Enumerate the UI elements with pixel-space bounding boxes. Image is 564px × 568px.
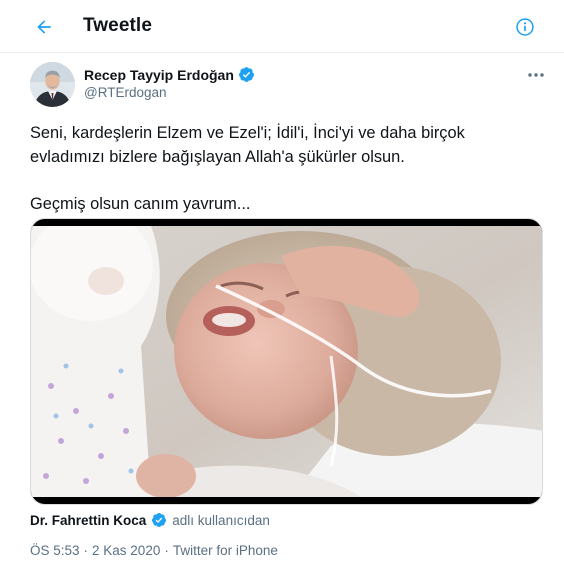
more-options-button[interactable] <box>522 63 550 87</box>
tweet-date[interactable]: 2 Kas 2020 <box>92 543 160 558</box>
meta-separator: · <box>83 543 89 558</box>
tweet-text: Seni, kardeşlerin Elzem ve Ezel'i; İdil'… <box>30 121 540 216</box>
page-title: Tweetle <box>83 15 152 36</box>
author-name[interactable]: Recep Tayyip Erdoğan <box>84 66 255 83</box>
tweet-time[interactable]: ÖS 5:53 <box>30 543 80 558</box>
tweet-text-paragraph: Seni, kardeşlerin Elzem ve Ezel'i; İdil'… <box>30 124 465 166</box>
tweet-text-paragraph: Geçmiş olsun canım yavrum... <box>30 195 251 213</box>
verified-badge-icon <box>152 513 167 527</box>
tweet-source[interactable]: Twitter for iPhone <box>173 543 278 558</box>
back-button[interactable] <box>28 11 60 43</box>
more-dots-icon <box>528 73 544 77</box>
arrow-left-icon <box>37 20 51 34</box>
avatar-portrait <box>30 62 75 107</box>
tweet-meta: ÖS 5:53 · 2 Kas 2020 · Twitter for iPhon… <box>30 543 278 558</box>
attribution-suffix: adlı kullanıcıdan <box>172 512 270 528</box>
avatar[interactable] <box>30 62 75 107</box>
media-attribution: Dr. Fahrettin Koca adlı kullanıcıdan <box>30 512 270 528</box>
author-name-label: Recep Tayyip Erdoğan <box>84 66 234 83</box>
top-bar: Tweetle <box>0 0 564 53</box>
info-button[interactable] <box>509 11 541 43</box>
info-circle-icon <box>516 18 534 36</box>
attribution-name[interactable]: Dr. Fahrettin Koca <box>30 513 146 528</box>
meta-separator: · <box>164 543 169 558</box>
author-handle[interactable]: @RTErdogan <box>84 85 167 100</box>
video-frame <box>31 226 542 497</box>
verified-badge-icon <box>238 67 254 82</box>
video-still-image <box>31 226 542 497</box>
tweet-media-video[interactable] <box>30 218 543 505</box>
